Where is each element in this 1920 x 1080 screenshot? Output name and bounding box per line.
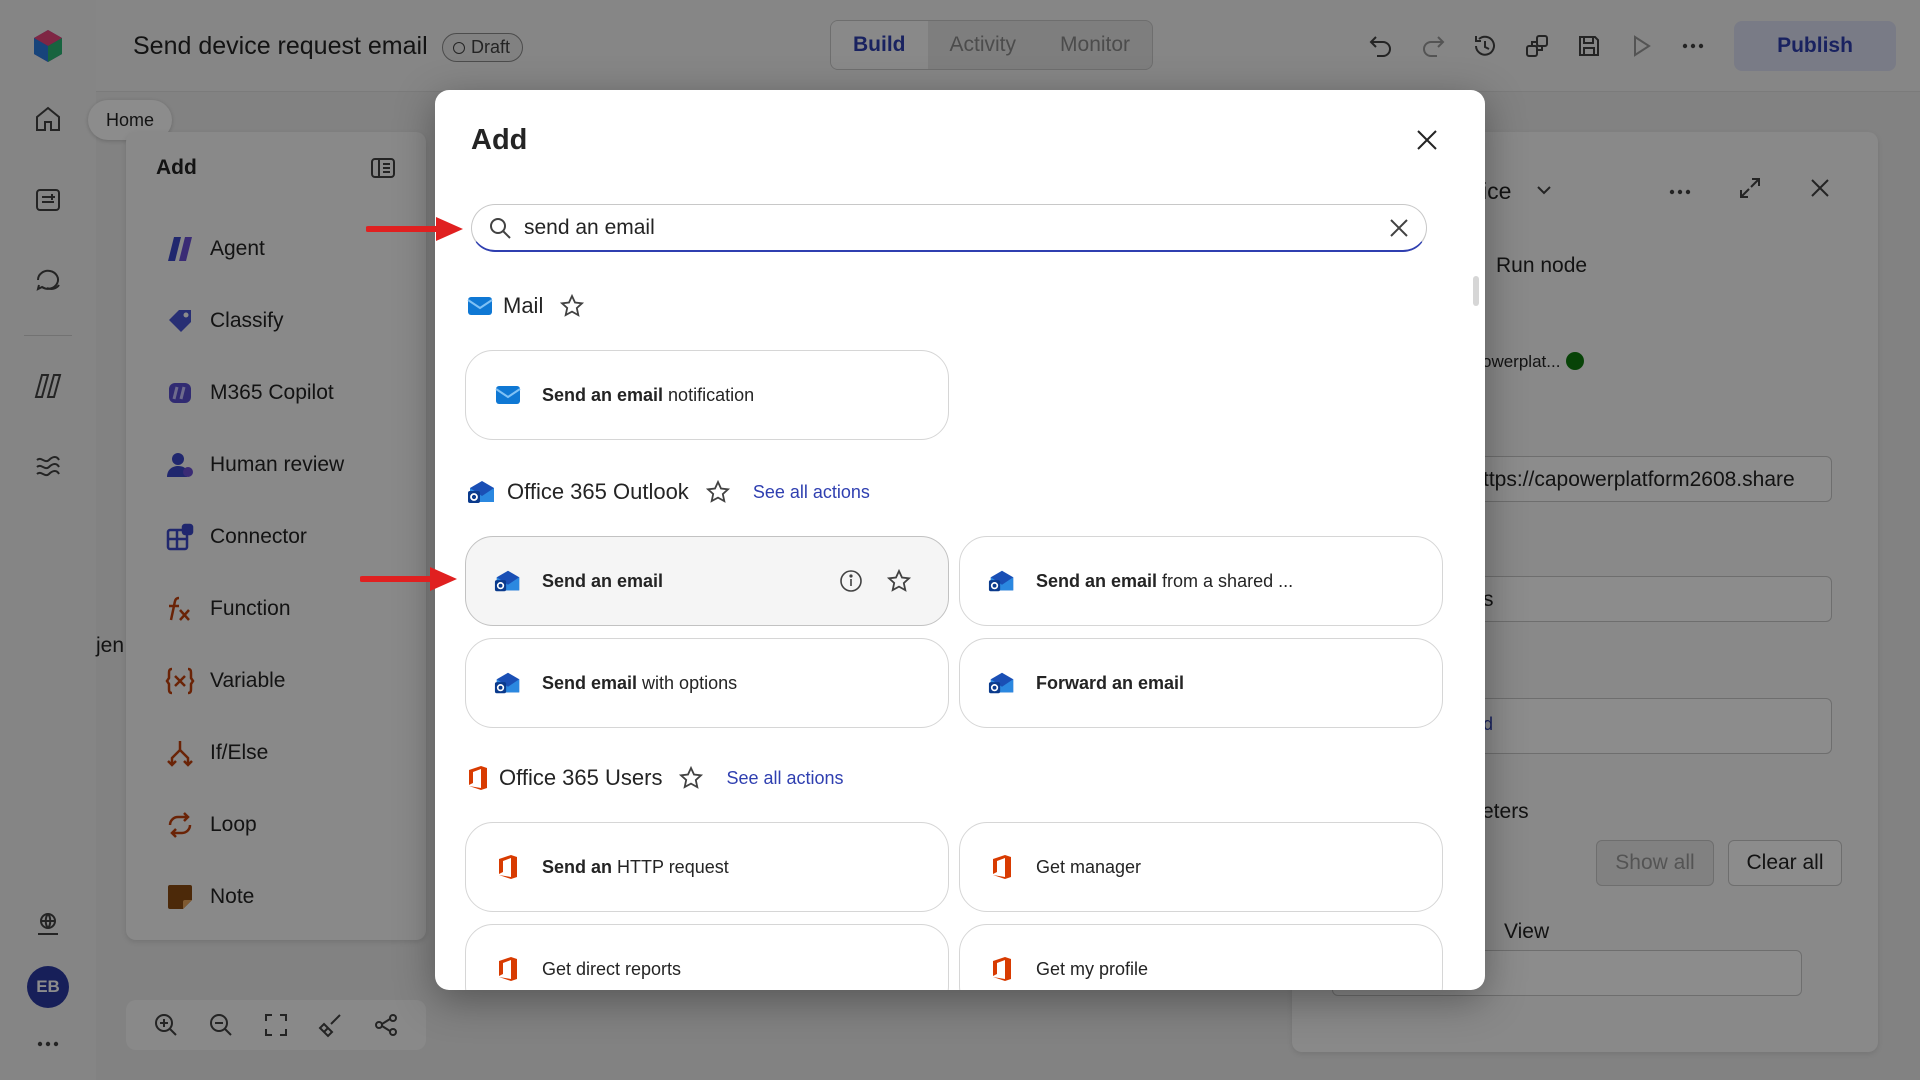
action-label: Send an HTTP request <box>542 856 729 877</box>
action-label: Forward an email <box>1036 672 1185 693</box>
office-icon <box>467 765 489 791</box>
office-icon <box>988 955 1016 983</box>
dialog-title: Add <box>471 124 528 156</box>
clear-search-icon[interactable] <box>1388 217 1410 239</box>
search-box[interactable]: send an email <box>471 204 1427 252</box>
action-get-my-profile[interactable]: Get my profile <box>959 924 1443 990</box>
action-forward-an-email[interactable]: Forward an email <box>959 638 1443 728</box>
action-label: Get manager <box>1036 856 1142 877</box>
annotation-arrow-send-email <box>360 567 457 591</box>
mail-icon <box>467 295 493 317</box>
info-icon[interactable] <box>838 568 864 594</box>
office-icon <box>988 853 1016 881</box>
search-icon <box>488 216 512 240</box>
search-input[interactable]: send an email <box>524 216 1388 240</box>
action-label: Send an email from a shared ... <box>1036 570 1294 591</box>
action-send-email-from-shared-mailbox[interactable]: Send an email from a shared ... <box>959 536 1443 626</box>
favorite-star-icon[interactable] <box>886 568 912 594</box>
action-get-manager[interactable]: Get manager <box>959 822 1443 912</box>
outlook-icon <box>988 669 1016 697</box>
add-action-dialog: Add send an email Mail Send an email not… <box>435 90 1485 990</box>
action-send-http-request[interactable]: Send an HTTP request <box>465 822 949 912</box>
office-icon <box>494 955 522 983</box>
favorite-star-icon[interactable] <box>705 479 731 505</box>
office-icon <box>494 853 522 881</box>
action-send-email-notification[interactable]: Send an email notification <box>465 350 949 440</box>
close-icon <box>1417 130 1437 150</box>
action-label: Get direct reports <box>542 958 682 979</box>
see-all-actions-link[interactable]: See all actions <box>753 482 870 503</box>
action-get-direct-reports[interactable]: Get direct reports <box>465 924 949 990</box>
action-label: Get my profile <box>1036 958 1149 979</box>
action-send-email-with-options[interactable]: Send email with options <box>465 638 949 728</box>
group-name: Office 365 Outlook <box>507 479 689 504</box>
group-header-mail: Mail <box>467 288 585 324</box>
scrollbar[interactable] <box>1473 276 1479 306</box>
outlook-icon <box>467 478 497 506</box>
action-send-an-email[interactable]: Send an email <box>465 536 949 626</box>
outlook-icon <box>494 567 522 595</box>
favorite-star-icon[interactable] <box>678 765 704 791</box>
group-header-office-365-outlook: Office 365 Outlook See all actions <box>467 474 870 510</box>
group-name: Mail <box>503 293 544 318</box>
group-name: Office 365 Users <box>499 765 663 790</box>
mail-icon <box>494 381 522 409</box>
group-header-office-365-users: Office 365 Users See all actions <box>467 760 844 796</box>
action-label: Send an email notification <box>542 384 755 405</box>
favorite-star-icon[interactable] <box>559 293 585 319</box>
action-label: Send email with options <box>542 672 738 693</box>
annotation-arrow-search <box>366 217 463 241</box>
close-dialog-button[interactable] <box>1409 122 1445 158</box>
see-all-actions-link[interactable]: See all actions <box>726 768 843 789</box>
outlook-icon <box>988 567 1016 595</box>
action-label: Send an email <box>542 570 664 591</box>
outlook-icon <box>494 669 522 697</box>
